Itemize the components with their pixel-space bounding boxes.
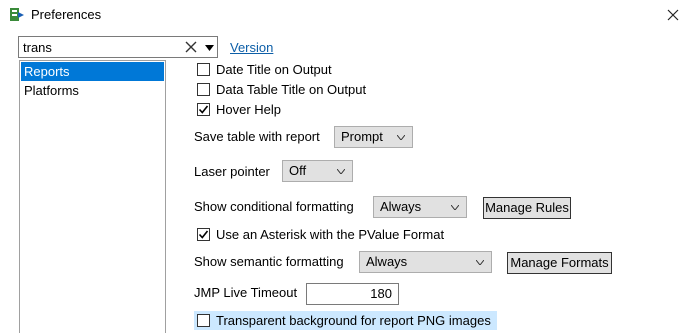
save-table-select[interactable]: Prompt — [334, 126, 413, 148]
data-table-title-label: Data Table Title on Output — [216, 82, 367, 97]
semantic-formatting-value: Always — [366, 254, 408, 269]
clear-icon[interactable] — [185, 41, 197, 53]
hover-help-label: Hover Help — [216, 102, 282, 117]
category-item-reports[interactable]: Reports — [21, 62, 164, 81]
chevron-down-icon — [451, 205, 459, 210]
asterisk-pvalue-option[interactable]: Use an Asterisk with the PValue Format — [197, 227, 444, 242]
chevron-down-icon — [337, 169, 345, 174]
laser-pointer-select[interactable]: Off — [282, 160, 353, 182]
checkmark-icon — [198, 230, 209, 239]
transparent-png-checkbox[interactable] — [197, 314, 210, 327]
manage-rules-button[interactable]: Manage Rules — [483, 197, 571, 219]
data-table-title-option[interactable]: Data Table Title on Output — [197, 82, 366, 97]
laser-pointer-label: Laser pointer — [194, 164, 270, 179]
conditional-formatting-value: Always — [380, 199, 422, 214]
save-table-value: Prompt — [341, 129, 383, 144]
window-title: Preferences — [31, 7, 102, 22]
category-item-platforms[interactable]: Platforms — [21, 81, 164, 100]
laser-pointer-value: Off — [289, 163, 307, 178]
chevron-down-icon — [476, 260, 484, 265]
asterisk-pvalue-label: Use an Asterisk with the PValue Format — [216, 227, 445, 242]
semantic-formatting-label: Show semantic formatting — [194, 254, 344, 269]
category-list[interactable]: Reports Platforms — [19, 60, 166, 333]
jmp-live-timeout-input[interactable]: 180 — [306, 283, 399, 305]
asterisk-pvalue-checkbox[interactable] — [197, 228, 210, 241]
chevron-down-icon — [397, 135, 405, 140]
jmp-live-timeout-label: JMP Live Timeout — [194, 285, 298, 300]
conditional-formatting-label: Show conditional formatting — [194, 199, 354, 214]
jmp-preferences-icon — [8, 6, 26, 24]
hover-help-option[interactable]: Hover Help — [197, 102, 281, 117]
hover-help-checkbox[interactable] — [197, 103, 210, 116]
transparent-png-label: Transparent background for report PNG im… — [216, 313, 491, 328]
date-title-label: Date Title on Output — [216, 62, 332, 77]
chevron-down-icon[interactable] — [205, 45, 214, 51]
date-title-option[interactable]: Date Title on Output — [197, 62, 332, 77]
search-input[interactable] — [21, 38, 181, 56]
close-button[interactable] — [655, 0, 691, 30]
checkmark-icon — [198, 105, 209, 114]
conditional-formatting-select[interactable]: Always — [373, 196, 467, 218]
manage-formats-button[interactable]: Manage Formats — [507, 252, 612, 274]
search-combobox[interactable] — [18, 36, 218, 58]
title-bar: Preferences — [0, 0, 691, 30]
close-icon — [667, 9, 679, 21]
version-link[interactable]: Version — [230, 40, 273, 55]
date-title-checkbox[interactable] — [197, 63, 210, 76]
data-table-title-checkbox[interactable] — [197, 83, 210, 96]
semantic-formatting-select[interactable]: Always — [359, 251, 492, 273]
transparent-png-option[interactable]: Transparent background for report PNG im… — [194, 311, 497, 330]
save-table-label: Save table with report — [194, 129, 320, 144]
